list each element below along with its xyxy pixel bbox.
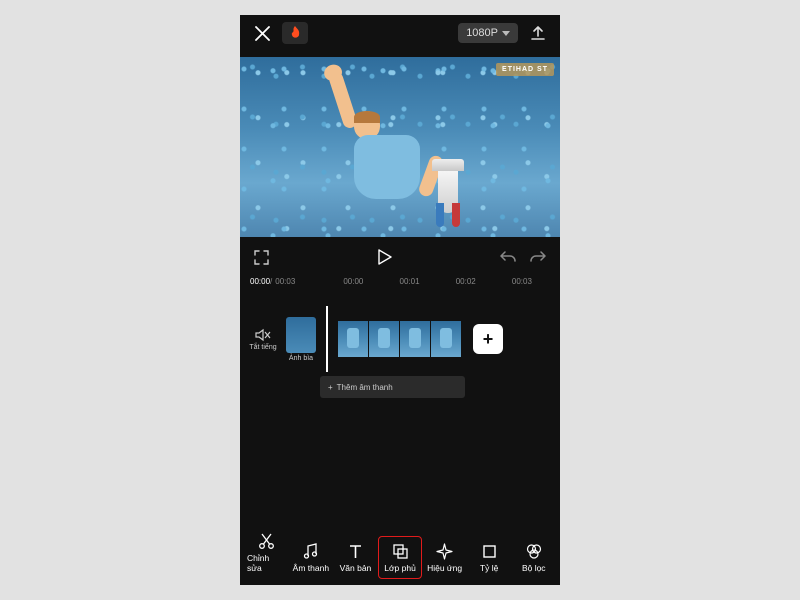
clip-frame xyxy=(431,321,461,357)
text-icon xyxy=(347,543,364,560)
preview-subject xyxy=(354,111,420,199)
resolution-label: 1080P xyxy=(466,27,498,39)
add-audio-label: Thêm âm thanh xyxy=(337,383,393,392)
playhead[interactable] xyxy=(326,306,328,372)
undo-icon xyxy=(500,250,516,264)
scissors-icon xyxy=(258,533,275,550)
tool-ratio[interactable]: Tỷ lệ xyxy=(467,536,512,579)
chevron-down-icon xyxy=(502,31,510,36)
music-icon xyxy=(302,543,319,560)
play-icon xyxy=(378,249,392,265)
plus-icon: + xyxy=(328,383,333,392)
resolution-selector[interactable]: 1080P xyxy=(458,23,518,43)
tool-edit[interactable]: Chỉnh sửa xyxy=(244,526,289,579)
play-button[interactable] xyxy=(378,249,392,265)
close-icon xyxy=(255,26,270,41)
top-bar: 1080P xyxy=(240,15,560,51)
sparkle-icon xyxy=(436,543,453,560)
flame-icon xyxy=(290,26,301,40)
tool-effects[interactable]: Hiệu ứng xyxy=(422,536,467,579)
add-clip-button[interactable]: + xyxy=(473,324,503,354)
tool-label: Tỷ lệ xyxy=(480,563,498,573)
timeline[interactable]: Tắt tiếng Ảnh bìa + + Thêm âm thanh xyxy=(240,286,560,529)
ratio-icon xyxy=(481,543,498,560)
transport-controls xyxy=(240,237,560,277)
tick-marks: 00:00 00:01 00:02 00:03 xyxy=(325,277,550,286)
clip-frame xyxy=(369,321,399,357)
tool-text[interactable]: Văn bản xyxy=(333,536,378,579)
plus-icon: + xyxy=(483,329,494,350)
flame-chip[interactable] xyxy=(282,22,308,44)
cover-thumbnail xyxy=(286,317,316,353)
tool-overlay[interactable]: Lớp phủ xyxy=(378,536,423,579)
cover-frame-button[interactable]: Ảnh bìa xyxy=(286,317,316,362)
clip-frame xyxy=(400,321,430,357)
tick: 00:02 xyxy=(456,277,476,286)
expand-icon xyxy=(254,250,269,265)
tool-filters[interactable]: Bộ lọc xyxy=(511,536,556,579)
tool-audio[interactable]: Âm thanh xyxy=(289,536,334,579)
cover-label: Ảnh bìa xyxy=(289,355,313,362)
upload-icon xyxy=(530,25,546,41)
video-clip[interactable] xyxy=(338,321,461,357)
mute-toggle[interactable]: Tắt tiếng xyxy=(248,328,278,351)
overlay-icon xyxy=(392,543,409,560)
tick: 00:00 xyxy=(343,277,363,286)
tick: 00:01 xyxy=(400,277,420,286)
fullscreen-button[interactable] xyxy=(254,250,269,265)
duration: 00:03 xyxy=(275,277,295,286)
filter-icon xyxy=(525,543,543,560)
close-button[interactable] xyxy=(248,19,276,47)
tool-label: Hiệu ứng xyxy=(427,563,462,573)
tool-label: Âm thanh xyxy=(293,563,329,573)
video-editor-app: 1080P ETIHAD ST xyxy=(240,15,560,585)
clip-frame xyxy=(338,321,368,357)
bottom-toolbar: Chỉnh sửa Âm thanh Văn bản Lớp phủ Hiệu … xyxy=(240,529,560,585)
time-ruler[interactable]: 00:00 / 00:03 00:00 00:01 00:02 00:03 xyxy=(240,277,560,286)
video-preview[interactable]: ETIHAD ST xyxy=(240,57,560,237)
export-button[interactable] xyxy=(524,19,552,47)
tool-label: Văn bản xyxy=(340,563,372,573)
current-time: 00:00 xyxy=(250,277,270,286)
stadium-badge: ETIHAD ST xyxy=(496,63,554,76)
mute-label: Tắt tiếng xyxy=(249,344,276,351)
redo-icon xyxy=(530,250,546,264)
tick: 00:03 xyxy=(512,277,532,286)
tool-label: Bộ lọc xyxy=(522,563,546,573)
add-audio-button[interactable]: + Thêm âm thanh xyxy=(320,376,465,398)
tool-label: Lớp phủ xyxy=(384,563,416,573)
speaker-mute-icon xyxy=(255,328,271,342)
redo-button[interactable] xyxy=(530,250,546,264)
undo-button[interactable] xyxy=(500,250,516,264)
tool-label: Chỉnh sửa xyxy=(247,553,286,573)
